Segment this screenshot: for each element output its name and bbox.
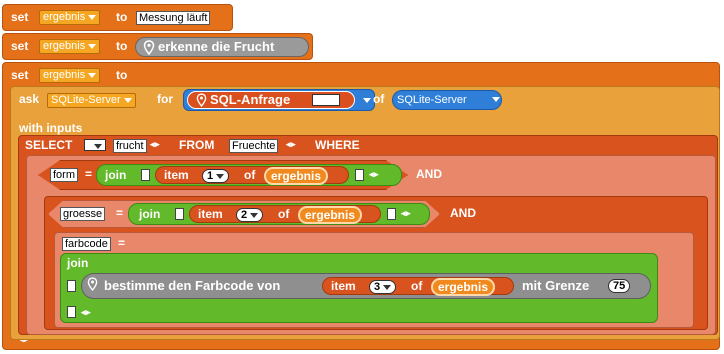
item-block-2[interactable]: item 2 of ergebnis bbox=[189, 205, 381, 224]
of-server-slot[interactable]: SQLite-Server bbox=[392, 90, 502, 110]
select-keyword: SELECT bbox=[25, 138, 73, 152]
sql-input[interactable] bbox=[312, 94, 340, 106]
dropdown-arrow-icon bbox=[123, 97, 132, 103]
left-right-arrows-icon[interactable]: ◂ ▸ bbox=[369, 169, 378, 180]
list-variable[interactable]: ergebnis bbox=[298, 206, 363, 224]
join-keyword: join bbox=[139, 207, 161, 221]
left-right-arrows-icon[interactable]: ◂ ▸ bbox=[286, 139, 295, 150]
join-keyword: join bbox=[67, 256, 89, 270]
left-right-arrows-icon[interactable]: ◂ ▸ bbox=[401, 208, 410, 219]
set-block-2[interactable]: set ergebnis to erkenne die Frucht bbox=[2, 33, 313, 60]
join-keyword: join bbox=[105, 168, 127, 182]
join-block-1[interactable]: join item 1 of ergebnis ◂ ▸ bbox=[96, 164, 402, 186]
where-keyword: WHERE bbox=[315, 138, 360, 152]
of-keyword: of bbox=[244, 168, 256, 182]
dropdown-arrow-icon[interactable] bbox=[363, 98, 371, 103]
left-right-arrows-icon[interactable]: ◂ ▸ bbox=[81, 307, 90, 318]
index-dropdown[interactable]: 1 bbox=[202, 169, 230, 183]
of-keyword: of bbox=[373, 92, 385, 106]
list-variable[interactable]: ergebnis bbox=[431, 278, 496, 296]
to-keyword: to bbox=[116, 39, 128, 53]
dropdown-arrow-icon bbox=[383, 284, 392, 290]
to-keyword: to bbox=[116, 68, 128, 82]
sql-anfrage-label: SQL-Anfrage bbox=[210, 92, 291, 107]
left-right-arrows-icon[interactable]: ◂ ▸ bbox=[150, 139, 159, 150]
item-keyword: item bbox=[198, 207, 223, 221]
list-variable[interactable]: ergebnis bbox=[264, 167, 329, 185]
for-keyword: for bbox=[157, 92, 173, 106]
variable-dropdown[interactable]: ergebnis bbox=[39, 10, 101, 25]
join-input-2[interactable] bbox=[67, 306, 76, 318]
bestimme-label: bestimme den Farbcode von bbox=[104, 278, 281, 293]
field-input[interactable]: farbcode bbox=[62, 237, 111, 251]
join-block-2[interactable]: join item 2 of ergebnis ◂ ▸ bbox=[128, 203, 430, 225]
bestimme-farbcode-block[interactable]: bestimme den Farbcode von item 3 of erge… bbox=[81, 273, 651, 299]
of-keyword: of bbox=[411, 279, 423, 293]
dropdown-arrow-icon bbox=[216, 173, 225, 179]
equals-sign: = bbox=[116, 206, 124, 220]
server-dropdown[interactable]: SQLite-Server bbox=[47, 93, 136, 108]
join-input-1[interactable] bbox=[175, 208, 184, 220]
item-block-3[interactable]: item 3 of ergebnis bbox=[322, 277, 514, 296]
join-input-1[interactable] bbox=[67, 280, 76, 292]
join-input-2[interactable] bbox=[355, 169, 364, 181]
dropdown-arrow-icon bbox=[88, 72, 97, 78]
item-keyword: item bbox=[164, 168, 189, 182]
equals-sign: = bbox=[85, 167, 93, 181]
join-input-2[interactable] bbox=[387, 208, 396, 220]
mit-grenze-label: mit Grenze bbox=[522, 278, 590, 293]
of-keyword: of bbox=[278, 207, 290, 221]
of-server-label: SQLite-Server bbox=[397, 94, 467, 106]
field-input[interactable]: groesse bbox=[60, 207, 106, 221]
to-keyword: to bbox=[116, 10, 128, 24]
dropdown-arrow-icon bbox=[88, 43, 97, 49]
set-keyword: set bbox=[11, 10, 29, 24]
column-input[interactable]: frucht bbox=[113, 139, 147, 153]
location-pin-icon bbox=[143, 40, 155, 60]
table-input[interactable]: Fruechte bbox=[229, 139, 279, 153]
index-dropdown[interactable]: 2 bbox=[236, 208, 264, 222]
sql-anfrage-reporter[interactable]: SQL-Anfrage bbox=[187, 91, 355, 109]
set-block-1[interactable]: set ergebnis to Messung läuft bbox=[2, 4, 233, 31]
reporter-label: erkenne die Frucht bbox=[158, 39, 275, 54]
value-input[interactable]: Messung läuft bbox=[136, 11, 211, 25]
dropdown-arrow-icon bbox=[94, 144, 102, 150]
dropdown-arrow-icon bbox=[492, 97, 500, 102]
equals-sign: = bbox=[118, 236, 126, 250]
item-block-1[interactable]: item 1 of ergebnis bbox=[155, 166, 349, 185]
field-input[interactable]: form bbox=[50, 168, 78, 182]
location-pin-icon bbox=[196, 93, 207, 112]
index-dropdown[interactable]: 3 bbox=[369, 280, 397, 294]
and-keyword: AND bbox=[416, 167, 442, 181]
with-inputs-label: with inputs bbox=[19, 121, 83, 135]
dropdown-arrow-icon bbox=[250, 212, 259, 218]
join-block-3[interactable]: join bestimme den Farbcode von item 3 of… bbox=[60, 253, 658, 323]
set-keyword: set bbox=[11, 39, 29, 53]
variable-dropdown[interactable]: ergebnis bbox=[39, 68, 101, 83]
from-keyword: FROM bbox=[179, 138, 215, 152]
and-keyword: AND bbox=[450, 206, 476, 220]
ask-keyword: ask bbox=[19, 92, 40, 106]
grenze-input[interactable]: 75 bbox=[608, 279, 631, 293]
join-input-1[interactable] bbox=[141, 169, 150, 181]
item-keyword: item bbox=[331, 279, 356, 293]
distinct-dropdown[interactable] bbox=[84, 139, 106, 151]
variable-dropdown[interactable]: ergebnis bbox=[39, 39, 101, 54]
sql-query-slot[interactable]: SQL-Anfrage bbox=[183, 89, 375, 111]
erkenne-reporter[interactable]: erkenne die Frucht bbox=[135, 37, 309, 57]
set-keyword: set bbox=[11, 68, 29, 82]
location-pin-icon bbox=[87, 277, 98, 296]
dropdown-arrow-icon bbox=[88, 14, 97, 20]
